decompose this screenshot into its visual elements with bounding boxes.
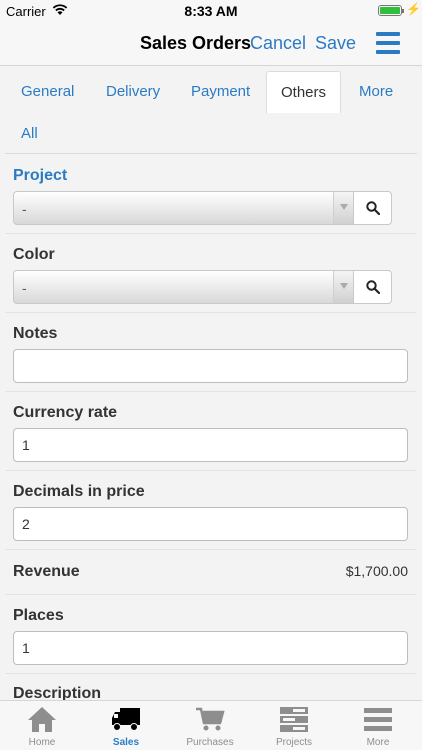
menu-icon <box>364 708 392 731</box>
description-label: Description <box>13 685 102 700</box>
tabbar-more[interactable]: More <box>336 701 420 750</box>
color-select[interactable]: - <box>13 270 353 304</box>
notes-label: Notes <box>13 325 58 342</box>
cancel-button[interactable]: Cancel <box>250 33 306 54</box>
save-button[interactable]: Save <box>315 33 356 54</box>
decimals-in-price-row: Decimals in price 2 <box>5 471 416 550</box>
hamburger-icon[interactable] <box>376 32 400 54</box>
color-row: Color - <box>5 234 416 313</box>
chevron-down-icon <box>333 271 353 303</box>
tab-more[interactable]: More <box>351 71 401 113</box>
tab-general[interactable]: General <box>13 71 82 113</box>
decimals-in-price-label: Decimals in price <box>13 483 145 500</box>
tab-others[interactable]: Others <box>266 71 341 113</box>
currency-rate-field[interactable]: 1 <box>13 428 408 462</box>
description-row: Description <box>5 674 416 700</box>
bottom-tab-bar: Home Sales Purchases Projects More <box>0 700 422 750</box>
tabbar-purchases-label: Purchases <box>186 737 234 748</box>
revenue-label: Revenue <box>13 563 80 580</box>
search-icon <box>366 280 380 294</box>
project-label: Project <box>13 167 68 184</box>
revenue-row: Revenue $1,700.00 <box>5 550 416 595</box>
project-select-value: - <box>22 201 27 217</box>
project-search-button[interactable] <box>353 191 392 225</box>
status-bar: Carrier 8:33 AM ⚡ <box>0 0 422 22</box>
revenue-value: $1,700.00 <box>345 563 408 579</box>
color-search-button[interactable] <box>353 270 392 304</box>
places-field[interactable]: 1 <box>13 631 408 665</box>
project-row: Project - <box>5 155 416 234</box>
projects-icon <box>280 707 308 732</box>
tabbar-sales-label: Sales <box>112 737 140 748</box>
search-icon <box>366 201 380 215</box>
tabbar-sales[interactable]: Sales <box>84 701 168 750</box>
tab-delivery[interactable]: Delivery <box>98 71 168 113</box>
color-select-value: - <box>22 280 27 296</box>
chevron-down-icon <box>333 192 353 224</box>
tabbar-projects[interactable]: Projects <box>252 701 336 750</box>
cart-icon <box>196 707 225 731</box>
tabbar-more-label: More <box>366 737 390 748</box>
notes-row: Notes <box>5 313 416 392</box>
home-icon <box>28 707 56 732</box>
tab-payment[interactable]: Payment <box>183 71 258 113</box>
places-row: Places 1 <box>5 595 416 674</box>
navigation-bar: Sales Orders Cancel Save <box>0 22 422 66</box>
tab-all[interactable]: All <box>13 113 46 155</box>
currency-rate-label: Currency rate <box>13 404 118 421</box>
notes-field[interactable] <box>13 349 408 383</box>
truck-icon <box>112 708 140 731</box>
tabbar-purchases[interactable]: Purchases <box>168 701 252 750</box>
currency-rate-row: Currency rate 1 <box>5 392 416 471</box>
tabbar-home-label: Home <box>28 737 56 748</box>
page-title: Sales Orders <box>140 33 252 53</box>
tabbar-projects-label: Projects <box>275 737 313 748</box>
color-label: Color <box>13 246 55 263</box>
tabbar-home[interactable]: Home <box>0 701 84 750</box>
decimals-in-price-field[interactable]: 2 <box>13 507 408 541</box>
section-tabs: General Delivery Payment Others More All <box>5 66 417 154</box>
places-label: Places <box>13 607 64 624</box>
status-time: 8:33 AM <box>184 3 238 19</box>
battery-icon: ⚡ <box>378 2 421 17</box>
form-content[interactable]: General Delivery Payment Others More All… <box>0 66 422 700</box>
project-select[interactable]: - <box>13 191 353 225</box>
